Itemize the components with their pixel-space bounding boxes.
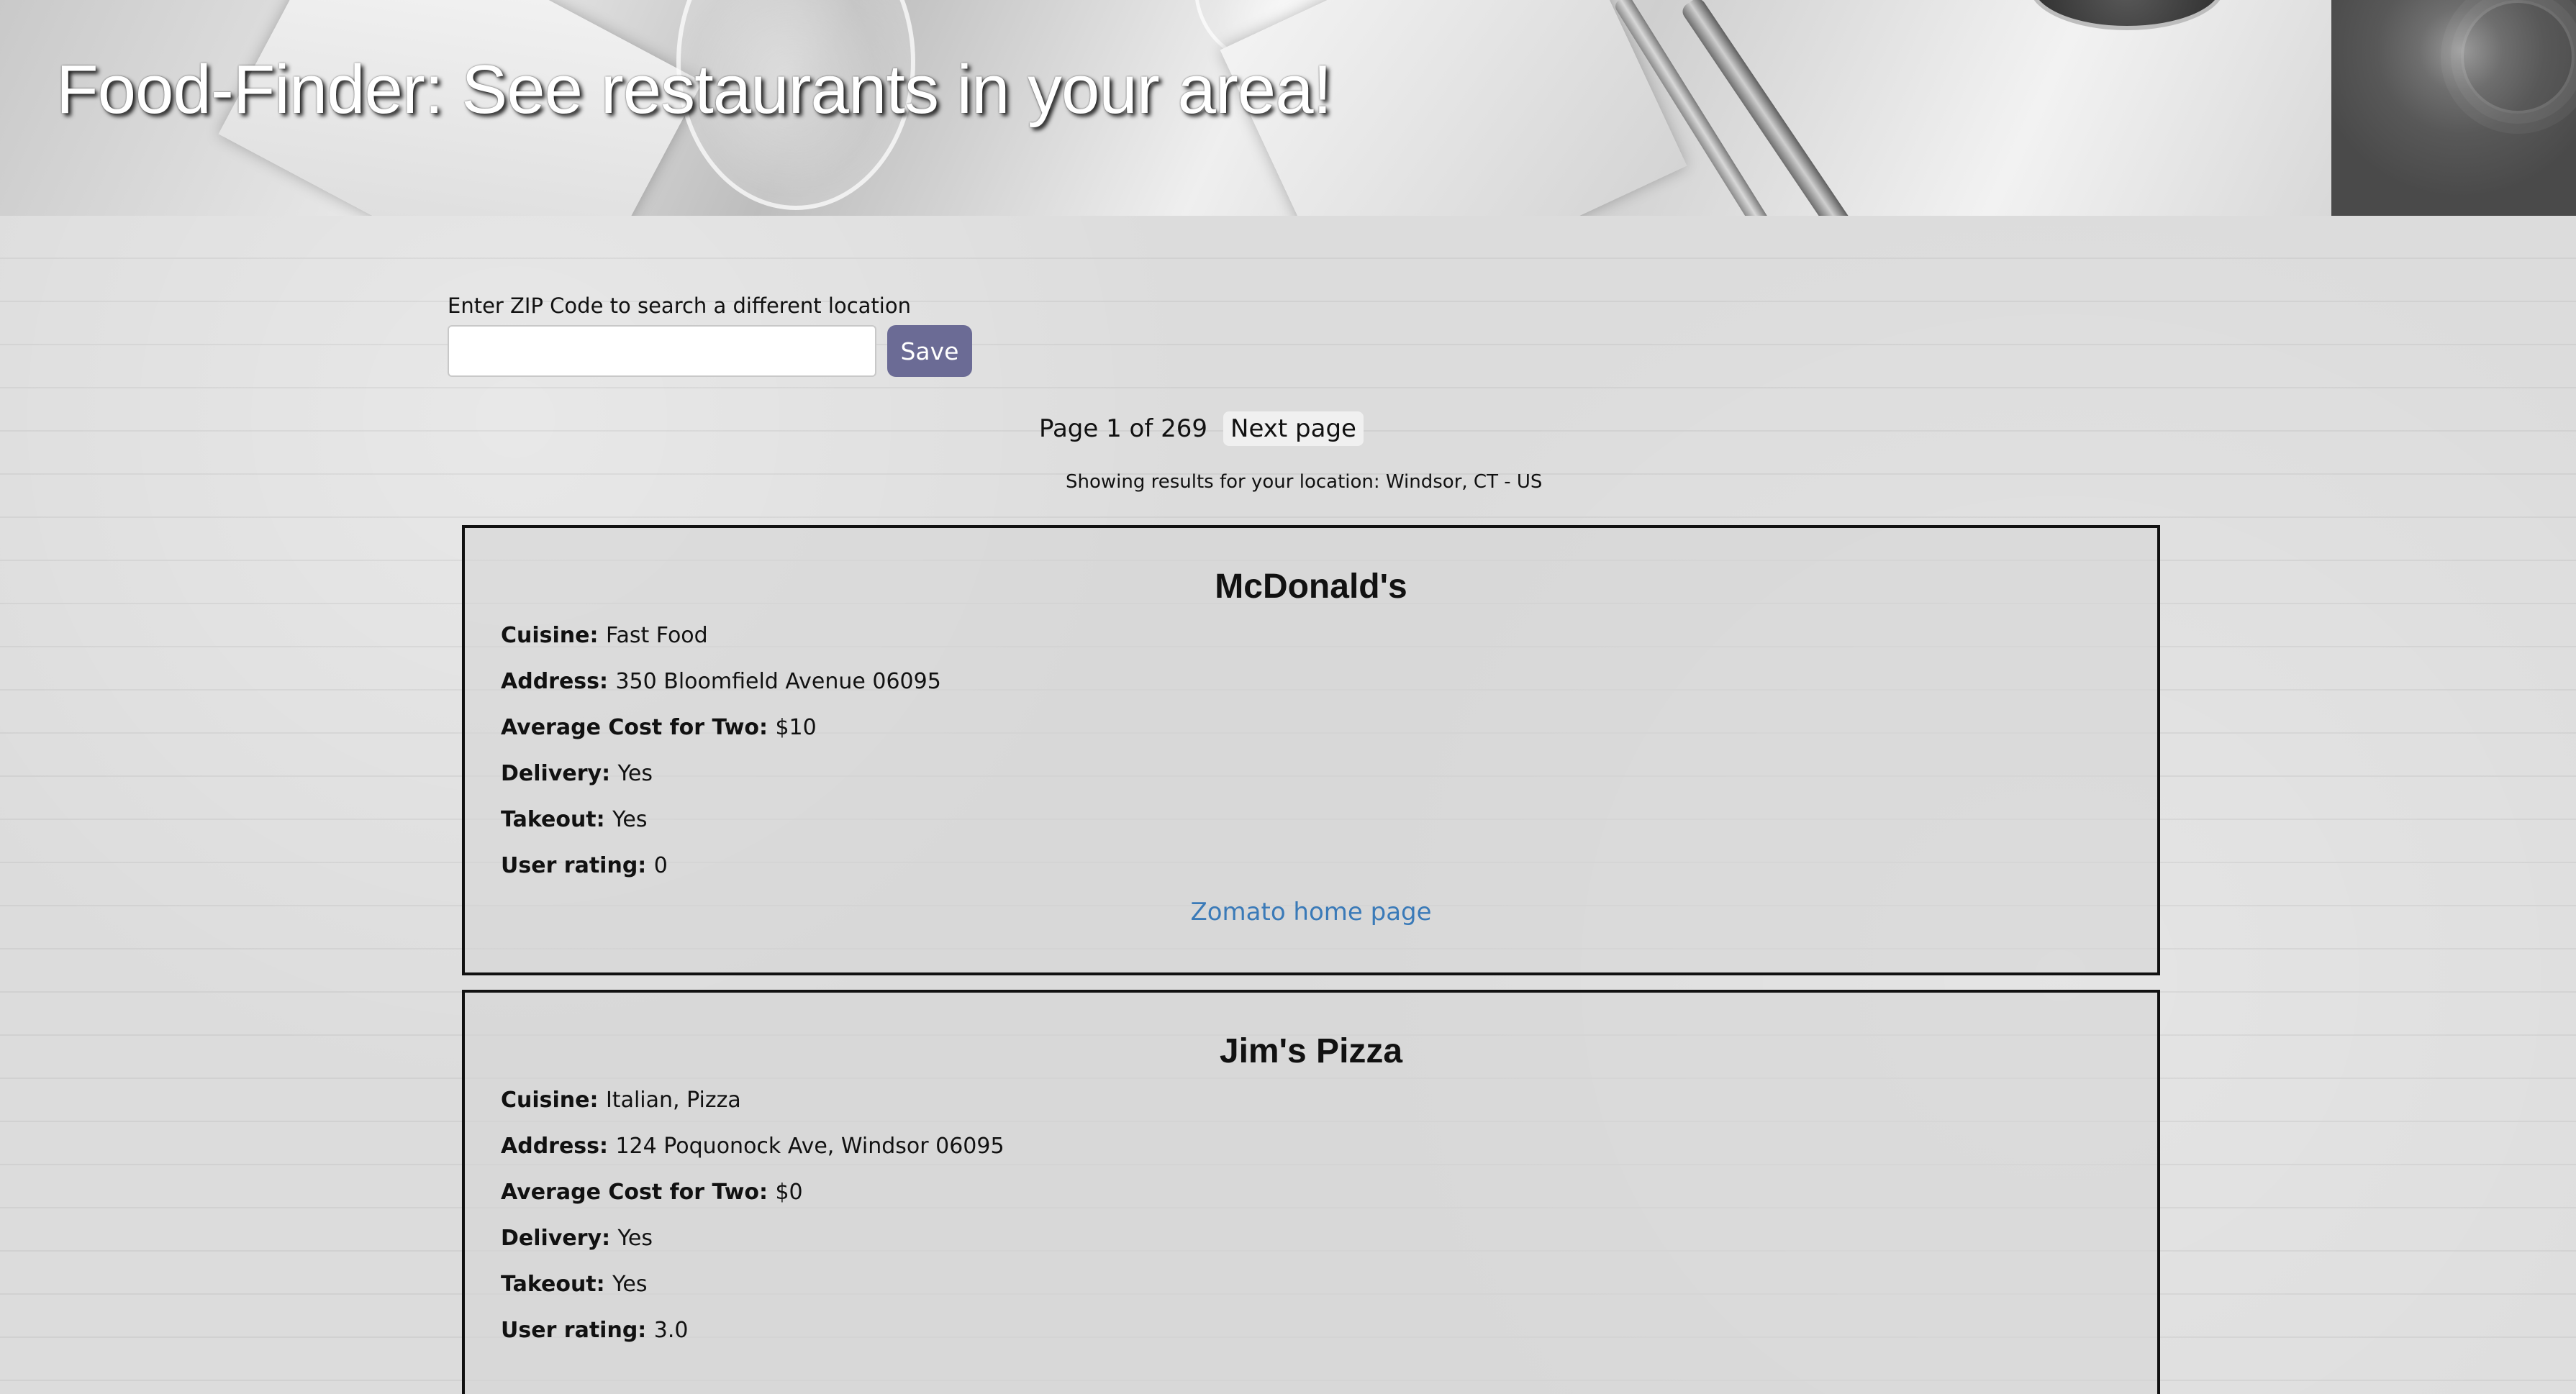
- address-label: Address:: [501, 669, 616, 694]
- restaurant-card: Jim's Pizza Cuisine: Italian, Pizza Addr…: [462, 990, 2160, 1394]
- delivery-row: Delivery: Yes: [501, 751, 2157, 797]
- address-row: Address: 124 Poquonock Ave, Windsor 0609…: [501, 1124, 2157, 1170]
- restaurant-name: Jim's Pizza: [1219, 1032, 1403, 1070]
- delivery-label: Delivery:: [501, 1226, 618, 1251]
- address-label: Address:: [501, 1134, 616, 1159]
- address-row: Address: 350 Bloomfield Avenue 06095: [501, 659, 2157, 705]
- rating-value: 3.0: [653, 1318, 689, 1343]
- banner-bowl: [2029, 0, 2225, 30]
- banner-knife: [1679, 0, 1857, 216]
- avg-cost-value: $0: [775, 1180, 803, 1205]
- address-value: 350 Bloomfield Avenue 06095: [615, 669, 941, 694]
- takeout-label: Takeout:: [501, 807, 613, 832]
- location-text: Showing results for your location: Winds…: [1066, 471, 1543, 493]
- cuisine-row: Cuisine: Italian, Pizza: [501, 1078, 2157, 1124]
- pagination: Page 1 of 269 Next page: [1039, 410, 1364, 447]
- header-banner: Food-Finder: See restaurants in your are…: [0, 0, 2576, 216]
- banner-plate-ring: [2461, 0, 2575, 114]
- rating-row: User rating: 3.0: [501, 1308, 2157, 1354]
- restaurant-card: McDonald's Cuisine: Fast Food Address: 3…: [462, 525, 2160, 975]
- delivery-value: Yes: [617, 1226, 653, 1251]
- avg-cost-value: $10: [775, 715, 817, 740]
- address-value: 124 Poquonock Ave, Windsor 06095: [615, 1134, 1004, 1159]
- avg-cost-label: Average Cost for Two:: [501, 1180, 776, 1205]
- avg-cost-row: Average Cost for Two: $10: [501, 705, 2157, 751]
- delivery-value: Yes: [617, 761, 653, 786]
- zip-label: Enter ZIP Code to search a different loc…: [448, 293, 911, 318]
- cuisine-row: Cuisine: Fast Food: [501, 613, 2157, 659]
- cuisine-value: Fast Food: [605, 623, 708, 648]
- zomato-home-link[interactable]: Zomato home page: [465, 898, 2157, 926]
- takeout-row: Takeout: Yes: [501, 1262, 2157, 1308]
- rating-label: User rating:: [501, 853, 654, 878]
- cuisine-label: Cuisine:: [501, 1088, 606, 1113]
- site-title: Food-Finder: See restaurants in your are…: [56, 51, 1332, 128]
- rating-row: User rating: 0: [501, 843, 2157, 889]
- zip-input[interactable]: [448, 325, 876, 377]
- delivery-row: Delivery: Yes: [501, 1216, 2157, 1262]
- page: Food-Finder: See restaurants in your are…: [0, 0, 2576, 1394]
- rating-value: 0: [653, 853, 668, 878]
- next-page-button[interactable]: Next page: [1223, 411, 1364, 446]
- cuisine-label: Cuisine:: [501, 623, 606, 648]
- avg-cost-row: Average Cost for Two: $0: [501, 1170, 2157, 1216]
- avg-cost-label: Average Cost for Two:: [501, 715, 776, 740]
- delivery-label: Delivery:: [501, 761, 618, 786]
- page-indicator: Page 1 of 269: [1039, 414, 1208, 443]
- takeout-value: Yes: [612, 807, 648, 832]
- rating-label: User rating:: [501, 1318, 654, 1343]
- restaurant-name: McDonald's: [1215, 568, 1407, 606]
- cuisine-value: Italian, Pizza: [605, 1088, 741, 1113]
- save-button[interactable]: Save: [887, 325, 972, 377]
- takeout-label: Takeout:: [501, 1272, 613, 1297]
- takeout-row: Takeout: Yes: [501, 797, 2157, 843]
- takeout-value: Yes: [612, 1272, 648, 1297]
